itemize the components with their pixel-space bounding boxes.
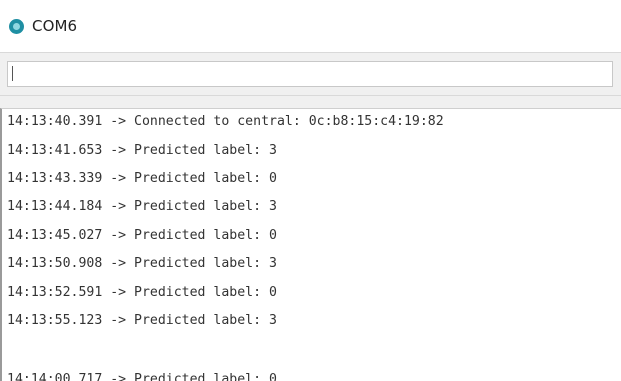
send-bar — [0, 52, 621, 96]
output-line: 14:13:41.653 -> Predicted label: 3 — [7, 143, 277, 158]
serial-output[interactable]: 14:13:40.391 -> Connected to central: 0c… — [0, 108, 621, 381]
title-bar: COM6 — [0, 0, 621, 52]
send-input[interactable] — [7, 61, 613, 87]
output-line: 14:13:44.184 -> Predicted label: 3 — [7, 199, 277, 214]
output-line: 14:13:52.591 -> Predicted label: 0 — [7, 285, 277, 300]
window-title: COM6 — [32, 17, 78, 35]
divider — [0, 96, 621, 108]
output-line: 14:13:45.027 -> Predicted label: 0 — [7, 228, 277, 243]
output-line: 14:13:50.908 -> Predicted label: 3 — [7, 256, 277, 271]
serial-monitor-window: COM6 14:13:40.391 -> Connected to centra… — [0, 0, 621, 381]
output-line: 14:13:40.391 -> Connected to central: 0c… — [7, 114, 444, 129]
output-line: 14:14:00.717 -> Predicted label: 0 — [7, 372, 277, 381]
serial-monitor-app-icon — [9, 18, 24, 34]
text-cursor — [12, 66, 13, 81]
output-line: 14:13:55.123 -> Predicted label: 3 — [7, 313, 277, 328]
output-line: 14:13:43.339 -> Predicted label: 0 — [7, 171, 277, 186]
